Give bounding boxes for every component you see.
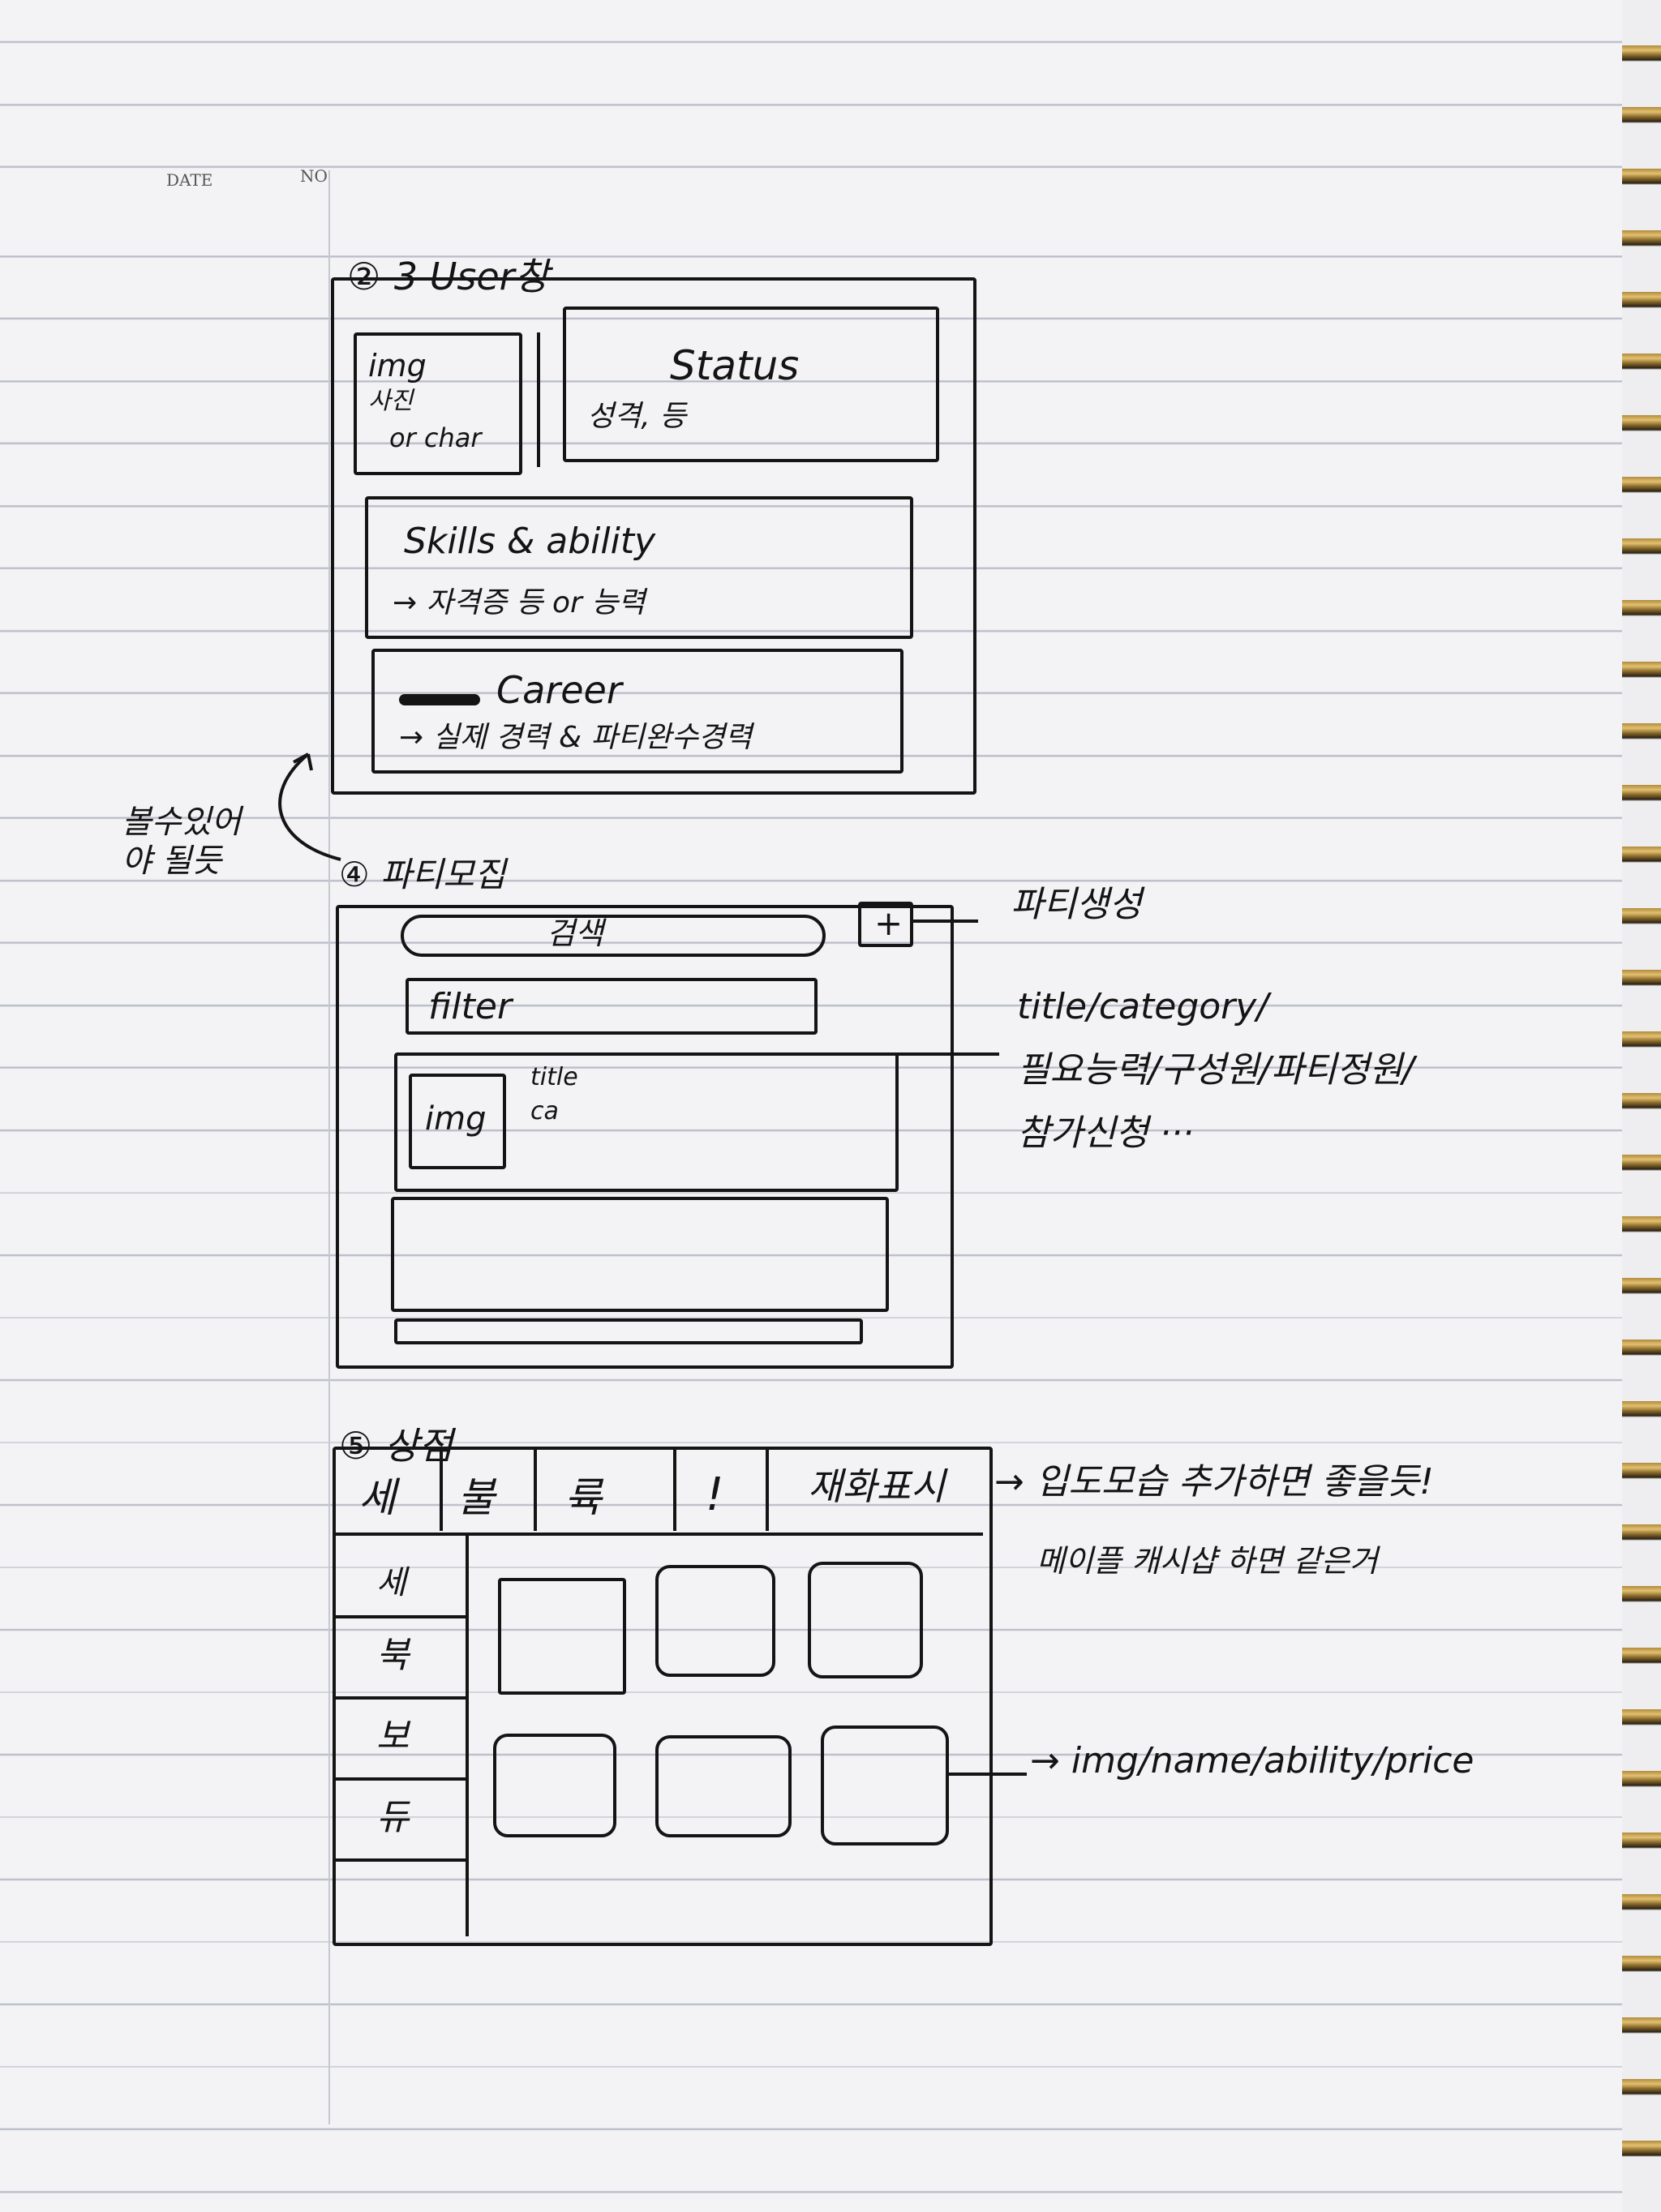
career-title: Career	[496, 668, 622, 712]
sidebar-item-label: 듀	[376, 1797, 410, 1838]
shop-tab-label: 륙	[564, 1474, 602, 1521]
no-label: NO	[300, 166, 328, 186]
plus-icon: +	[874, 903, 903, 943]
photo-label: 사진	[368, 387, 414, 415]
shop-tab-label: 불	[457, 1474, 495, 1521]
create-party-note: 파티생성	[1011, 884, 1142, 925]
sidebar-item-label: 보	[376, 1716, 410, 1757]
shop-item-card[interactable]	[493, 1734, 616, 1837]
shop-tab-label: 세	[358, 1474, 396, 1521]
profile-image-box: img 사진 or char	[354, 332, 522, 475]
card-title: title	[530, 1063, 578, 1091]
card-img-label: img	[425, 1100, 487, 1138]
sidebar-item[interactable]: 듀	[336, 1781, 466, 1862]
party-card[interactable]: img title ca	[394, 1052, 899, 1192]
skills-title: Skills & ability	[404, 521, 656, 562]
card-note-line3: 참가신청 ···	[1017, 1112, 1194, 1154]
card-note-line2: 필요능력/구성원/파티정원/	[1017, 1049, 1414, 1091]
shop-item-card[interactable]	[498, 1578, 626, 1695]
shop-item-card[interactable]	[655, 1735, 792, 1837]
career-subtitle: → 실제 경력 & 파티완수경력	[399, 721, 753, 754]
shop-item-card[interactable]	[808, 1562, 923, 1678]
item-note: → img/name/ability/price	[1030, 1740, 1474, 1781]
sidebar-item-label: 북	[376, 1635, 410, 1676]
card-category: ca	[530, 1097, 559, 1125]
status-box: Status 성격, 등	[563, 307, 939, 462]
shop-sidebar: 세 북 보 듀	[336, 1534, 469, 1936]
sidebar-item-label: 세	[376, 1564, 406, 1601]
filter-label: filter	[428, 986, 513, 1027]
sidebar-item[interactable]: 보	[336, 1700, 466, 1781]
date-label: DATE	[166, 170, 213, 190]
skills-subtitle: → 자격증 등 or 능력	[393, 586, 646, 619]
filter-input[interactable]: filter	[406, 978, 818, 1035]
sidebar-item[interactable]: 북	[336, 1618, 466, 1700]
shop-note: 메이플 캐시샵 하면 같은거	[1037, 1543, 1378, 1579]
shop-item-card[interactable]	[821, 1725, 949, 1845]
skills-box: Skills & ability → 자격증 등 or 능력	[365, 496, 913, 639]
search-label: 검색	[547, 915, 603, 951]
curved-arrow	[278, 752, 341, 861]
shop-tab-label: !	[706, 1468, 724, 1521]
party-card-2[interactable]	[391, 1197, 889, 1312]
pointer-line	[895, 1052, 999, 1056]
shop-tab[interactable]: 불	[443, 1450, 537, 1531]
divider-line	[537, 332, 540, 467]
career-box: Career → 실제 경력 & 파티완수경력	[371, 649, 903, 774]
currency-label: 재화표시	[808, 1464, 946, 1508]
spiral-binding	[1622, 24, 1661, 2181]
party-recruit-heading: ④ 파티모집	[339, 855, 506, 894]
pointer-line	[946, 1773, 1027, 1776]
currency-display: 재화표시	[769, 1450, 983, 1531]
shop-item-card[interactable]	[655, 1565, 775, 1677]
shop-tab-bar: 세 불 륙 ! 재화표시	[336, 1450, 983, 1536]
tabs-note: → 입도모습 추가하면 좋을듯!	[994, 1461, 1434, 1503]
status-title: Status	[670, 342, 800, 389]
card-note-line1: title/category/	[1017, 986, 1269, 1027]
status-subtitle: 성격, 등	[587, 400, 687, 433]
create-party-button[interactable]: +	[858, 902, 913, 947]
sidebar-item[interactable]: 세	[336, 1534, 466, 1618]
shop-tab[interactable]: !	[676, 1450, 769, 1531]
scribble-mark	[399, 694, 480, 705]
shop-tab[interactable]: 륙	[537, 1450, 676, 1531]
search-input[interactable]: 검색	[401, 915, 826, 957]
shop-tab[interactable]: 세	[336, 1450, 443, 1531]
side-note: 볼수있어야 될듯	[122, 804, 242, 880]
pointer-line	[913, 920, 978, 923]
img-label: img	[368, 348, 427, 384]
party-card-image: img	[409, 1074, 506, 1169]
party-card-3[interactable]	[394, 1318, 863, 1344]
or-char-label: or char	[389, 422, 482, 453]
